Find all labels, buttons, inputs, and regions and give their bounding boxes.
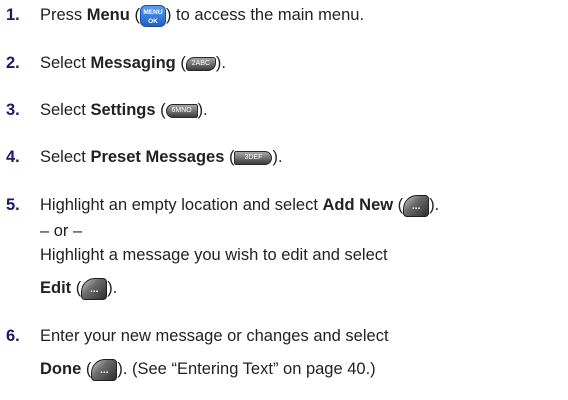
step-number: 1. bbox=[6, 6, 20, 24]
step-number: 3. bbox=[6, 101, 20, 119]
done-label: Done bbox=[40, 360, 82, 378]
messaging-label: Messaging bbox=[90, 54, 176, 72]
preset-messages-label: Preset Messages bbox=[90, 148, 225, 166]
key-2-icon: 2ABC bbox=[185, 56, 216, 71]
step-text: Select Settings (6MNO). bbox=[40, 101, 208, 119]
step-text: Select Messaging (2ABC). bbox=[40, 54, 226, 72]
settings-label: Settings bbox=[90, 101, 156, 119]
step-number: 6. bbox=[6, 327, 20, 345]
right-softkey-icon: ... bbox=[81, 277, 108, 300]
step-text: Press Menu (MENU OK) to access the main m… bbox=[40, 4, 365, 27]
key-6-icon: 6MNO bbox=[165, 103, 198, 118]
key-3-icon: 3DEF bbox=[234, 150, 273, 165]
menu-label: Menu bbox=[86, 6, 130, 24]
right-softkey-icon: ... bbox=[91, 358, 118, 381]
step-number: 2. bbox=[6, 54, 20, 72]
step-text: Select Preset Messages (3DEF). bbox=[40, 148, 283, 166]
step-number: 5. bbox=[6, 196, 20, 214]
add-new-label: Add New bbox=[322, 196, 394, 214]
menu-ok-key-icon: MENU OK bbox=[139, 4, 166, 27]
edit-label: Edit bbox=[40, 279, 72, 297]
step-number: 4. bbox=[6, 148, 20, 166]
step-text: Highlight an empty location and select A… bbox=[40, 194, 439, 217]
step-text: Enter your new message or changes and se… bbox=[40, 327, 389, 345]
right-softkey-icon: ... bbox=[403, 194, 430, 217]
